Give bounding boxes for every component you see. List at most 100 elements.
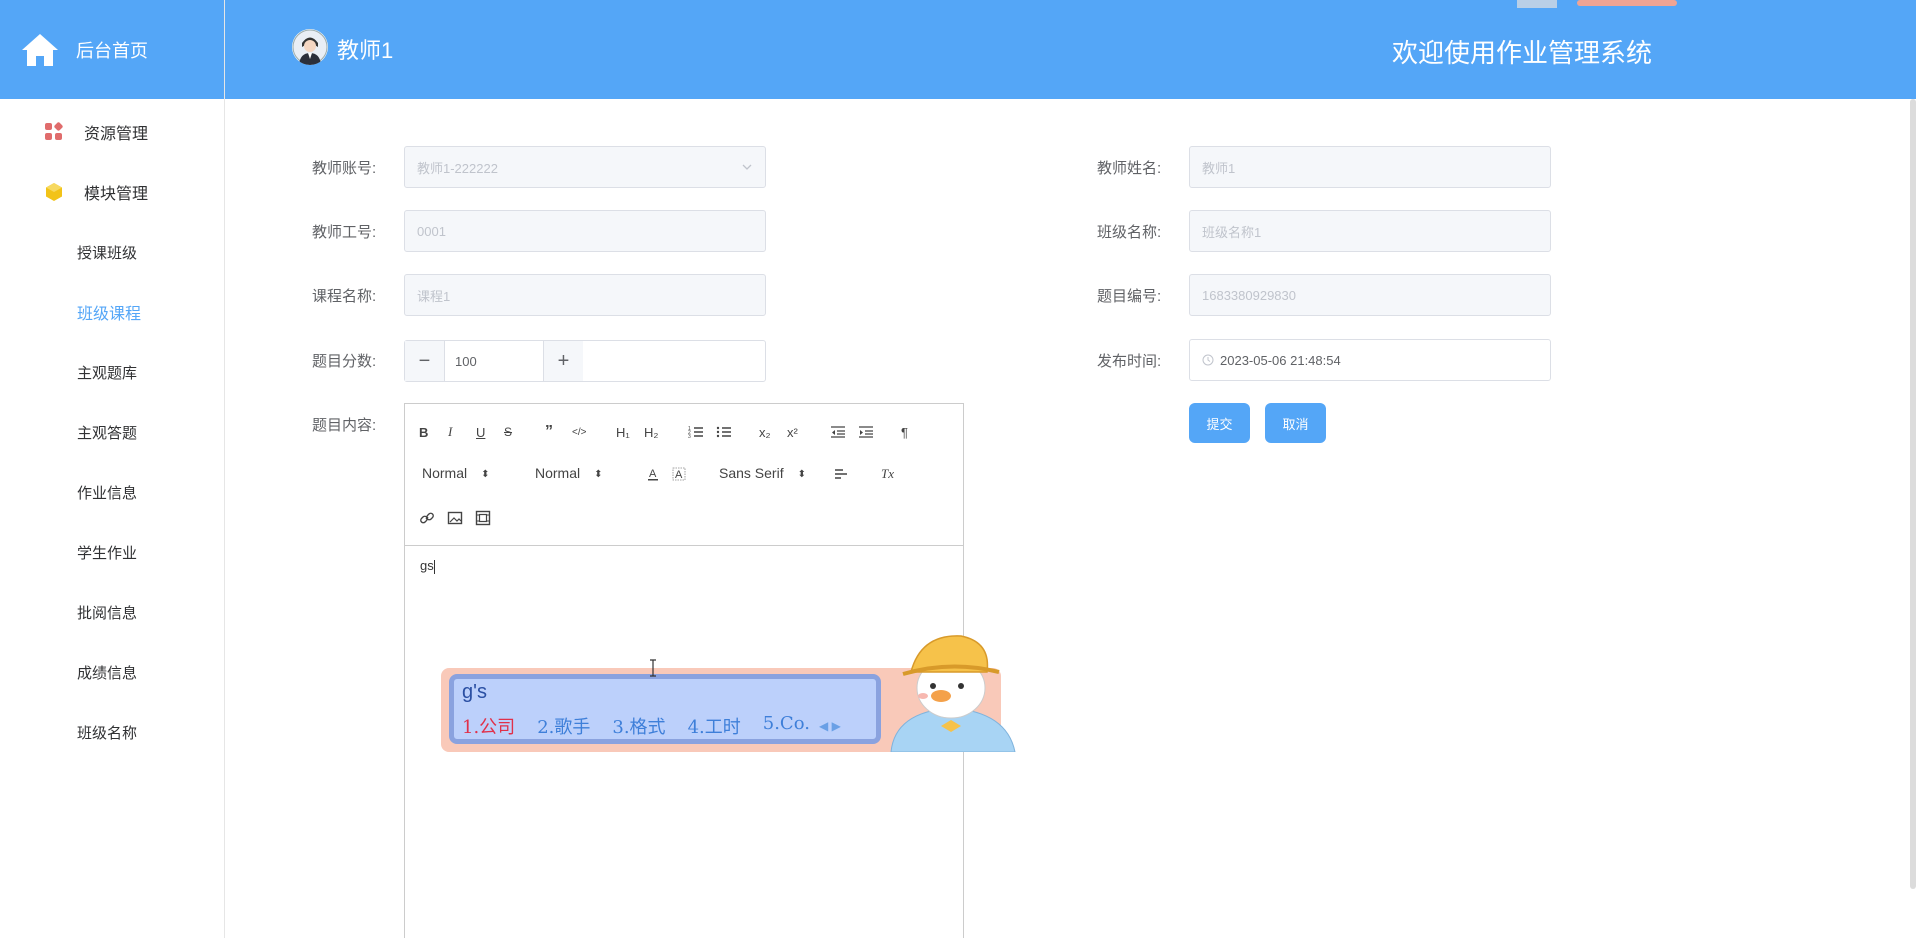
ime-composition: g's xyxy=(462,681,487,703)
avatar[interactable] xyxy=(292,29,328,65)
teacher-name-label: 教师姓名: xyxy=(1097,160,1162,177)
sidebar-group-resource[interactable]: 资源管理 xyxy=(0,102,224,162)
editor-content-area[interactable]: gs xyxy=(405,546,963,586)
ime-candidate-2[interactable]: 2.歌手 xyxy=(537,713,590,739)
bullet-list-button[interactable] xyxy=(716,422,732,442)
sidebar-item-homework-info[interactable]: 作业信息 xyxy=(0,462,224,522)
ime-candidate-3[interactable]: 3.格式 xyxy=(612,713,665,739)
page-scrollbar[interactable] xyxy=(1910,99,1916,889)
link-button[interactable] xyxy=(419,508,435,528)
content-label: 题目内容: xyxy=(312,417,377,434)
course-name-label: 课程名称: xyxy=(312,288,377,305)
header-select[interactable]: Normal ⬍ xyxy=(535,465,603,481)
bold-button[interactable]: B xyxy=(419,422,428,442)
strike-button[interactable]: S xyxy=(504,422,512,442)
score-decrease-button[interactable]: − xyxy=(405,341,445,381)
subscript-button[interactable]: x₂ xyxy=(759,422,771,442)
text-cursor-icon xyxy=(650,659,656,677)
h1-button[interactable]: H₁ xyxy=(616,422,630,442)
score-increase-button[interactable]: + xyxy=(543,341,583,381)
sidebar: 后台首页 资源管理 模块管理 授课班级 班级课程 主观题库 主观答题 作业信息 … xyxy=(0,0,225,938)
align-button[interactable] xyxy=(833,464,849,484)
question-no-input[interactable]: 1683380929830 xyxy=(1189,274,1551,316)
teacher-no-input[interactable]: 0001 xyxy=(404,210,766,252)
teacher-account-label: 教师账号: xyxy=(312,160,377,177)
background-color-button[interactable]: A xyxy=(671,464,687,484)
course-name-input[interactable]: 课程1 xyxy=(404,274,766,316)
sidebar-item-class-course[interactable]: 班级课程 xyxy=(0,282,224,342)
sidebar-item-score-info[interactable]: 成绩信息 xyxy=(0,642,224,702)
cancel-button[interactable]: 取消 xyxy=(1265,403,1326,443)
size-select-value: Normal xyxy=(422,465,468,481)
select-arrows-icon: ⬍ xyxy=(481,468,490,480)
header-username: 教师1 xyxy=(337,38,394,63)
publish-time-picker[interactable]: 2023-05-06 21:48:54 xyxy=(1189,339,1551,381)
sidebar-item-teaching-class[interactable]: 授课班级 xyxy=(0,222,224,282)
teacher-account-value: 教师1-222222 xyxy=(417,160,498,176)
teacher-account-select[interactable]: 教师1-222222 xyxy=(404,146,766,188)
font-select[interactable]: Sans Serif ⬍ xyxy=(719,465,806,481)
svg-text:A: A xyxy=(675,469,683,481)
submit-button[interactable]: 提交 xyxy=(1189,403,1250,443)
select-arrows-icon: ⬍ xyxy=(797,468,806,480)
sidebar-item-subjective-bank[interactable]: 主观题库 xyxy=(0,342,224,402)
ime-page-arrows[interactable]: ◀ ▶ xyxy=(819,719,841,733)
class-name-label: 班级名称: xyxy=(1097,224,1162,241)
ime-candidate-4[interactable]: 4.工时 xyxy=(688,713,741,739)
sidebar-item-student-homework[interactable]: 学生作业 xyxy=(0,522,224,582)
ime-candidate-1[interactable]: 1.公司 xyxy=(462,713,515,739)
publish-time-label: 发布时间: xyxy=(1097,353,1162,370)
sidebar-item-class-name[interactable]: 班级名称 xyxy=(0,702,224,762)
ordered-list-button[interactable]: 123 xyxy=(688,422,704,442)
sidebar-group-label: 模块管理 xyxy=(84,186,149,203)
class-name-input[interactable]: 班级名称1 xyxy=(1189,210,1551,252)
underline-button[interactable]: U xyxy=(476,422,485,442)
sidebar-brand-home[interactable]: 后台首页 xyxy=(0,0,224,99)
ime-candidate-panel: g's 1.公司 2.歌手 3.格式 4.工时 5.Co. ◀ ▶ xyxy=(449,674,881,744)
ime-candidate-list: 1.公司 2.歌手 3.格式 4.工时 5.Co. xyxy=(462,713,810,739)
blockquote-button[interactable]: ” xyxy=(545,422,553,442)
video-button[interactable] xyxy=(475,508,491,528)
code-block-button[interactable]: </> xyxy=(572,422,586,442)
italic-button[interactable]: I xyxy=(448,422,452,442)
image-button[interactable] xyxy=(447,508,463,528)
question-no-label: 题目编号: xyxy=(1097,288,1162,305)
superscript-button[interactable]: x² xyxy=(787,422,798,442)
teacher-name-input[interactable]: 教师1 xyxy=(1189,146,1551,188)
ime-candidate-window: g's 1.公司 2.歌手 3.格式 4.工时 5.Co. ◀ ▶ xyxy=(441,635,1021,752)
sidebar-item-subjective-answer[interactable]: 主观答题 xyxy=(0,402,224,462)
chevron-down-icon xyxy=(742,164,752,170)
video-icon xyxy=(475,510,491,526)
header-select-value: Normal xyxy=(535,465,581,481)
text-direction-icon: ¶ xyxy=(901,424,908,440)
score-stepper: − 100 + xyxy=(404,340,766,382)
teacher-name-value: 教师1 xyxy=(1202,160,1236,176)
sidebar-group-module[interactable]: 模块管理 xyxy=(0,162,224,222)
sidebar-item-review-info[interactable]: 批阅信息 xyxy=(0,582,224,642)
ime-candidate-5[interactable]: 5.Co. xyxy=(763,713,810,739)
outdent-button[interactable] xyxy=(830,422,846,442)
svg-text:A: A xyxy=(649,468,657,480)
size-select[interactable]: Normal ⬍ xyxy=(422,465,490,481)
text-direction-button[interactable]: ¶ xyxy=(901,422,908,442)
score-input[interactable]: 100 xyxy=(445,341,543,381)
teacher-no-label: 教师工号: xyxy=(312,224,377,241)
grid-icon xyxy=(45,122,63,140)
link-icon xyxy=(420,512,434,524)
h2-button[interactable]: H₂ xyxy=(644,422,658,442)
sidebar-group-label: 资源管理 xyxy=(84,126,149,143)
question-no-value: 1683380929830 xyxy=(1202,287,1296,303)
home-icon xyxy=(22,33,58,66)
font-color-button[interactable]: A xyxy=(645,464,661,484)
clear-format-button[interactable]: Tx xyxy=(881,464,894,484)
publish-time-value: 2023-05-06 21:48:54 xyxy=(1220,352,1341,368)
avatar-image xyxy=(292,29,328,65)
editor-toolbar: B I U S ” </> H₁ H₂ 123 x₂ x² ¶ Normal ⬍… xyxy=(405,404,963,546)
align-left-icon xyxy=(835,469,847,479)
indent-button[interactable] xyxy=(858,422,874,442)
cube-icon xyxy=(46,183,62,201)
outdent-icon xyxy=(831,426,845,438)
app-root: 后台首页 资源管理 模块管理 授课班级 班级课程 主观题库 主观答题 作业信息 … xyxy=(0,0,1916,938)
decoration-strip xyxy=(1517,0,1677,8)
ordered-list-icon: 123 xyxy=(688,426,703,440)
